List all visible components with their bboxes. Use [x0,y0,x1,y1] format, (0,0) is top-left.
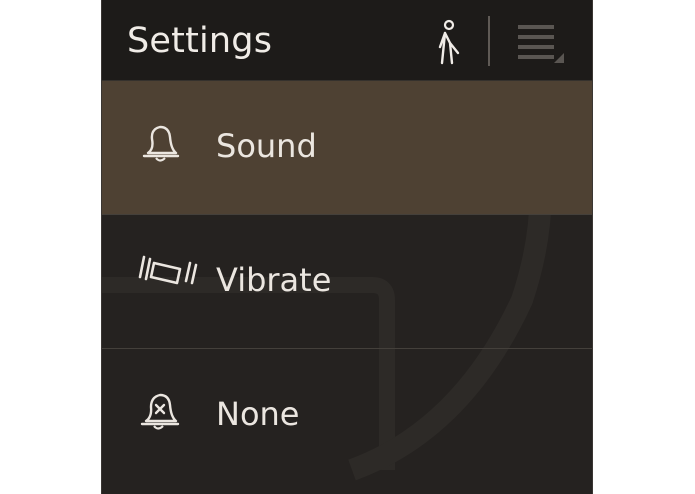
vibrate-icon [138,255,198,285]
menu-icon[interactable] [518,23,566,65]
sound-label: Sound [216,127,317,165]
header-bar: Settings [102,0,592,81]
sound-option[interactable]: Sound [102,81,592,214]
page-title: Settings [127,21,273,61]
settings-panel: Settings Sound Vibrate None [101,0,593,494]
header-divider [488,16,490,66]
bell-icon [142,125,180,162]
vibrate-label: Vibrate [216,261,332,299]
none-option[interactable]: None [102,349,592,482]
none-label: None [216,395,300,433]
bell-mute-icon [140,393,180,430]
accessibility-icon[interactable] [432,19,466,67]
vibrate-option[interactable]: Vibrate [102,215,592,348]
